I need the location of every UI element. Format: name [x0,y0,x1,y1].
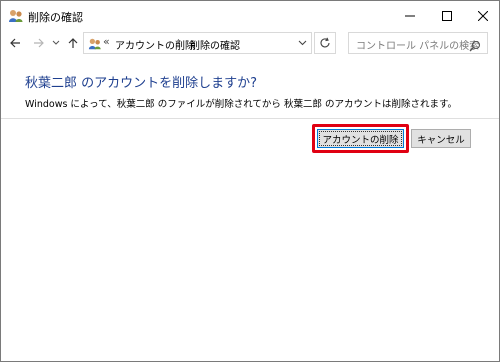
breadcrumb-confirm-delete[interactable]: 削除の確認 [190,37,240,52]
arrow-left-icon [10,38,20,48]
navigation-bar: « アカウントの削除 › 削除の確認 コントロール パネルの検索 [1,31,499,55]
minimize-button[interactable] [390,1,430,30]
close-icon [478,10,488,21]
address-bar[interactable]: « アカウントの削除 › 削除の確認 [83,32,312,54]
close-button[interactable] [463,1,499,30]
confirm-description: Windows によって、秋葉二郎 のファイルが削除されてから 秋葉二郎 のアカ… [25,99,458,110]
address-dropdown-button[interactable] [295,36,309,50]
user-accounts-icon [88,36,102,50]
delete-account-button[interactable]: アカウントの削除 [317,129,404,148]
chevron-down-icon [298,40,306,46]
chevron-down-icon [52,40,60,45]
window-title: 削除の確認 [28,11,83,24]
recent-locations-button[interactable] [50,33,62,53]
title-bar[interactable]: 削除の確認 [1,1,499,31]
cancel-button[interactable]: キャンセル [411,129,471,148]
user-accounts-icon [8,8,24,24]
focus-indicator [319,131,402,146]
maximize-button[interactable] [427,1,467,30]
search-icon[interactable] [469,37,481,56]
search-placeholder: コントロール パネルの検索 [356,41,480,52]
back-button[interactable] [6,33,24,53]
refresh-button[interactable] [314,32,336,54]
minimize-icon [405,15,415,16]
address-overflow-button[interactable]: « [103,35,110,48]
breadcrumb-delete-account[interactable]: アカウントの削除 [115,37,195,52]
divider [1,118,499,119]
up-button[interactable] [64,33,82,53]
confirm-heading: 秋葉二郎 のアカウントを削除しますか? [25,76,258,91]
dialog-window: 削除の確認 « アカウントの削除 › 削除の確認 コントロール パネルの検索 秋… [0,0,500,362]
arrow-right-icon [34,38,44,48]
arrow-up-icon [68,38,78,48]
breadcrumb-separator[interactable]: › [177,36,181,47]
maximize-icon [442,10,452,21]
cancel-label: キャンセル [417,134,465,146]
forward-button[interactable] [30,33,48,53]
search-input[interactable]: コントロール パネルの検索 [348,32,488,54]
refresh-icon [320,37,330,48]
